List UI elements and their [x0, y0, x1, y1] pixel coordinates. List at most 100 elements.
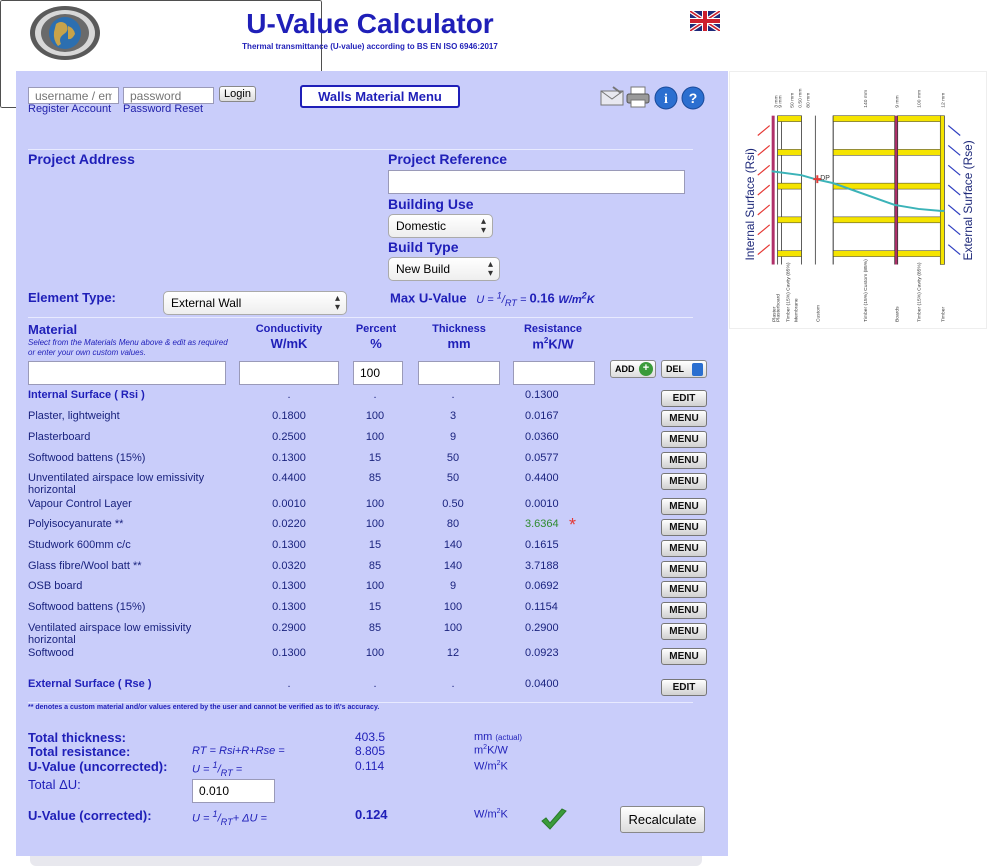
row-material-name: Glass fibre/Wool batt ** — [28, 560, 142, 572]
material-name-input[interactable] — [28, 361, 226, 385]
custom-material-note: ** denotes a custom material and/or valu… — [28, 704, 380, 711]
layer-material-label: Timber — [940, 306, 946, 322]
material-menu-button[interactable]: MENU — [661, 519, 707, 536]
username-input[interactable] — [28, 87, 119, 104]
project-reference-input[interactable] — [388, 170, 685, 194]
corr-post: + ΔU = — [232, 812, 267, 825]
delete-layer-button[interactable]: DEL — [661, 360, 707, 378]
material-menu-button[interactable]: MENU — [661, 602, 707, 619]
project-address-label: Project Address — [28, 151, 135, 167]
project-reference-label: Project Reference — [388, 151, 508, 167]
total-delta-u-input[interactable] — [192, 779, 275, 803]
row-thickness: 3 — [449, 410, 457, 422]
material-menu-button[interactable]: MENU — [661, 410, 707, 427]
walls-material-menu-button[interactable]: Walls Material Menu — [300, 85, 460, 108]
resistance-unit-b: K/W — [548, 336, 574, 352]
help-icon[interactable]: ? — [680, 86, 706, 110]
print-icon[interactable] — [625, 85, 651, 109]
recalculate-button[interactable]: Recalculate — [620, 806, 705, 833]
material-menu-button[interactable]: MENU — [661, 581, 707, 598]
row-thickness: 0.50 — [442, 498, 464, 510]
custom-warning-star-icon: * — [569, 515, 577, 535]
page-subtitle: Thermal transmittance (U-value) accordin… — [242, 42, 498, 51]
row-material-name: Ventilated airspace low emissivity horiz… — [28, 622, 192, 646]
row-conductivity: 0.0320 — [272, 560, 306, 572]
conductivity-input[interactable] — [239, 361, 339, 385]
conductivity-unit: W/mK — [270, 336, 308, 351]
material-menu-button[interactable]: MENU — [661, 623, 707, 640]
row-resistance: 0.2900 — [525, 622, 559, 634]
heat-flow-arrow-icon — [757, 164, 771, 176]
res-unit-b: K/W — [487, 744, 508, 757]
row-conductivity: 0.2500 — [272, 431, 306, 443]
layer-thickness-label: 9 mm — [778, 95, 784, 107]
heat-flow-arrow-icon — [757, 224, 771, 236]
corr-den: RT — [220, 816, 233, 827]
material-menu-button[interactable]: MENU — [661, 561, 707, 578]
max-unit-end: K — [586, 293, 595, 306]
row-resistance: 0.0923 — [525, 647, 559, 659]
thickness-input[interactable] — [418, 361, 500, 385]
timber-layer — [940, 115, 945, 265]
percent-input[interactable] — [353, 361, 403, 385]
row-thickness: 12 — [446, 647, 460, 659]
layer-material-label: Timber (15%) Custom (85%) — [863, 259, 869, 322]
edit-surface-button[interactable]: EDIT — [661, 679, 707, 696]
element-type-select[interactable]: External Wall ▴ ▾ — [163, 291, 347, 315]
build-type-select[interactable]: New Build ▴ ▾ — [388, 257, 500, 281]
add-label: ADD — [615, 364, 635, 374]
batten-rect — [897, 182, 941, 190]
row-material-name: Internal Surface ( Rsi ) — [28, 389, 145, 401]
total-delta-u-label: Total ΔU: — [28, 777, 81, 792]
row-thickness: 9 — [449, 580, 457, 592]
material-menu-button[interactable]: MENU — [661, 540, 707, 557]
percent-unit: % — [370, 336, 382, 351]
resistance-unit-a: m — [532, 336, 544, 352]
row-percent: 100 — [365, 580, 385, 592]
layer-thickness-label: 50 mm — [790, 93, 796, 108]
row-thickness: 140 — [443, 539, 463, 551]
material-menu-button[interactable]: MENU — [661, 648, 707, 665]
email-icon[interactable] — [599, 85, 625, 107]
building-use-select[interactable]: Domestic ▴ ▾ — [388, 214, 493, 238]
del-label: DEL — [666, 364, 684, 374]
material-menu-button[interactable]: MENU — [661, 498, 707, 515]
u-value-corrected-value: 0.124 — [355, 807, 388, 822]
uk-flag-icon[interactable] — [690, 11, 720, 31]
info-icon[interactable]: i — [653, 86, 679, 110]
heat-flow-arrow-icon — [947, 144, 961, 156]
row-material-name: Plaster, lightweight — [28, 410, 120, 422]
batten-rect — [777, 115, 802, 122]
login-button[interactable]: Login — [219, 86, 256, 102]
thickness-header: Thickness — [432, 323, 486, 335]
u-value-uncorrected-unit: W/m2K — [474, 760, 508, 773]
heat-flow-arrow-icon — [947, 204, 961, 216]
u-unit-a: W/m — [474, 760, 497, 773]
stud-rect — [832, 115, 895, 122]
password-reset-link[interactable]: Password Reset — [123, 103, 203, 115]
layer-thickness-label: 12 mm — [940, 93, 946, 108]
row-conductivity: 0.4400 — [272, 472, 306, 484]
resistance-input[interactable] — [513, 361, 595, 385]
build-type-label: Build Type — [388, 239, 459, 255]
edit-surface-button[interactable]: EDIT — [661, 390, 707, 407]
material-menu-button[interactable]: MENU — [661, 452, 707, 469]
uncorr-pre: U = — [192, 763, 213, 776]
material-menu-button[interactable]: MENU — [661, 431, 707, 448]
heat-flow-arrow-icon — [757, 125, 771, 136]
register-link[interactable]: Register Account — [28, 103, 111, 115]
u-unit-b: K — [500, 760, 508, 773]
password-input[interactable] — [123, 87, 214, 104]
uncorr-num: 1 — [212, 760, 218, 770]
row-thickness: 9 — [449, 431, 457, 443]
add-layer-button[interactable]: ADD + — [610, 360, 656, 378]
row-conductivity: 0.1300 — [272, 539, 306, 551]
u-unit-a: W/m — [474, 808, 497, 821]
material-menu-button[interactable]: MENU — [661, 473, 707, 490]
layer-material-label: Timber (15%) Cavity (85%) — [786, 262, 792, 322]
batten-rect — [897, 216, 941, 224]
thickness-unit: mm — [447, 336, 471, 351]
element-type-value: External Wall — [171, 296, 242, 310]
u-value-uncorrected-formula: U = 1/RT = — [192, 760, 243, 778]
layer-thickness-label: 100 mm — [917, 90, 923, 108]
